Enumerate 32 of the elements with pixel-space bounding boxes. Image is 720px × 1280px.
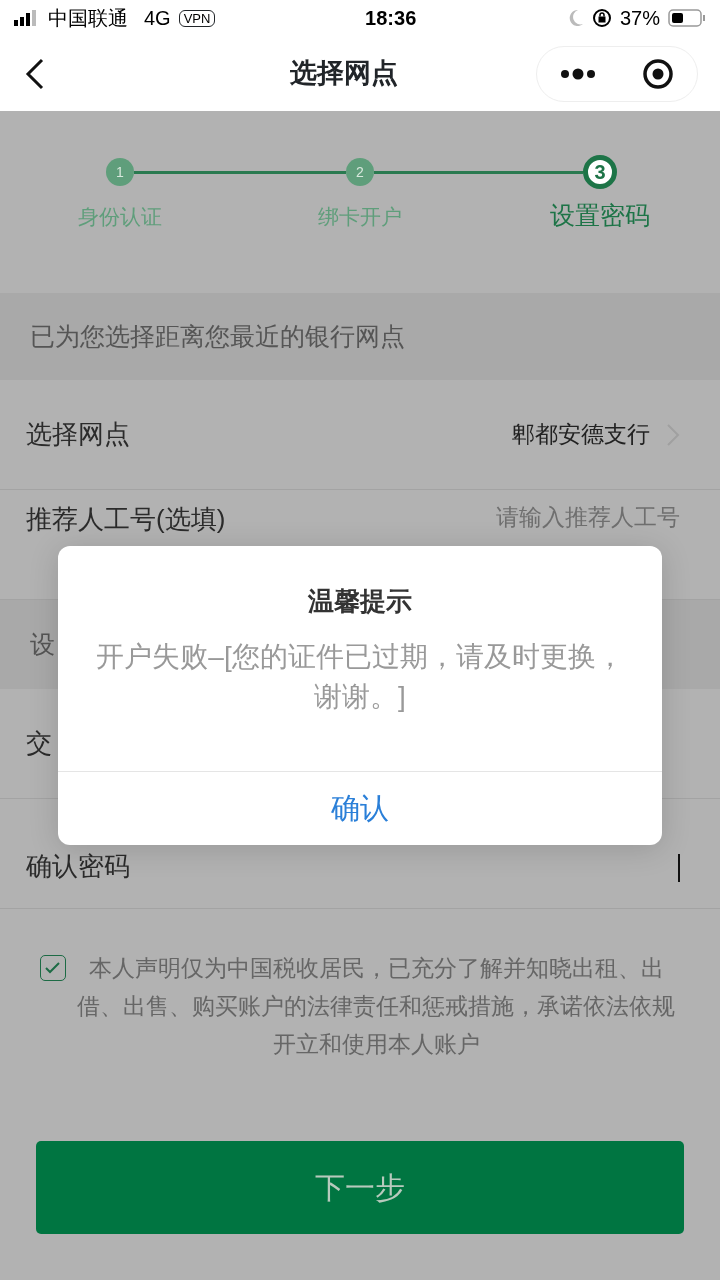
text-cursor bbox=[678, 854, 680, 882]
clock-time: 18:36 bbox=[365, 7, 417, 29]
more-icon[interactable] bbox=[560, 67, 596, 80]
branch-selector[interactable]: 选择网点 郫都安德支行 bbox=[0, 380, 720, 490]
next-button[interactable]: 下一步 bbox=[36, 1141, 684, 1234]
notice-text: 已为您选择距离您最近的银行网点 bbox=[30, 320, 405, 352]
agreement-checkbox[interactable] bbox=[40, 955, 66, 981]
step-number: 2 bbox=[346, 158, 374, 186]
input-field[interactable]: 请输入推荐人工号 bbox=[496, 500, 680, 535]
page-title: 选择网点 bbox=[290, 58, 398, 89]
agreement-text: 本人声明仅为中国税收居民，已充分了解并知晓出租、出借、出售、购买账户的法律责任和惩戒措施，承诺依法依规开立和使用本人账户 bbox=[76, 954, 676, 1059]
step-number: 1 bbox=[106, 158, 134, 186]
battery-percent: 37% bbox=[619, 6, 660, 31]
vpn-badge: VPN bbox=[178, 9, 216, 27]
network-type: 4G bbox=[144, 6, 171, 31]
step-label: 设置密码 bbox=[550, 200, 650, 231]
dialog-title: 温馨提示 bbox=[308, 586, 412, 616]
field-label: 推荐人工号(选填) bbox=[26, 503, 227, 536]
section-header: 设 bbox=[30, 628, 55, 660]
field-label: 交 bbox=[26, 727, 52, 760]
field-value: 郫都安德支行 bbox=[512, 420, 650, 450]
step-label: 身份认证 bbox=[78, 204, 162, 230]
dialog-message: 开户失败–[您的证件已过期，请及时更换，谢谢。] bbox=[96, 641, 624, 712]
step-number: 3 bbox=[583, 155, 617, 189]
field-label: 确认密码 bbox=[26, 850, 131, 883]
step-label: 绑卡开户 bbox=[318, 204, 402, 230]
carrier-name: 中国联通 bbox=[48, 6, 128, 31]
battery-icon bbox=[668, 9, 706, 27]
close-target-icon[interactable] bbox=[642, 57, 674, 90]
rotation-lock-icon bbox=[591, 8, 612, 28]
confirm-button[interactable]: 确认 bbox=[58, 770, 662, 845]
field-label: 选择网点 bbox=[26, 418, 131, 451]
